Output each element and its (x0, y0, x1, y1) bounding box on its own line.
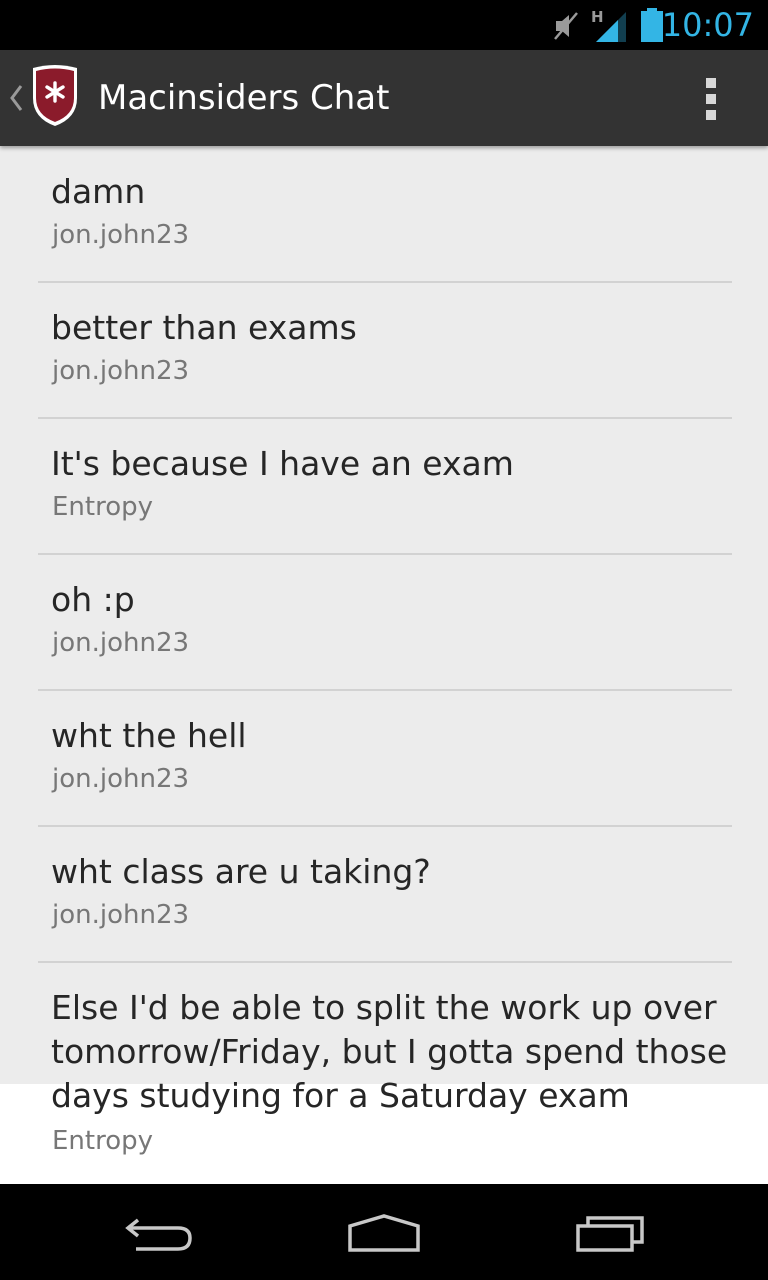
message-text: oh :p (51, 580, 135, 619)
battery-icon (641, 8, 663, 42)
list-item[interactable]: wht class are u taking? jon.john23 (38, 850, 732, 960)
message-author: jon.john23 (52, 220, 190, 250)
list-item[interactable]: It's because I have an exam Entropy (38, 442, 732, 552)
divider (38, 417, 732, 419)
message-author: jon.john23 (52, 764, 190, 794)
message-author: jon.john23 (52, 900, 190, 930)
message-author: Entropy (52, 1126, 154, 1156)
page-title: Macinsiders Chat (98, 78, 390, 118)
overflow-dot-icon (706, 78, 716, 88)
overflow-dot-icon (706, 110, 716, 120)
message-author: jon.john23 (52, 356, 190, 386)
list-item[interactable]: better than exams jon.john23 (38, 306, 732, 416)
message-list[interactable]: damn jon.john23 better than exams jon.jo… (0, 146, 768, 1184)
divider (38, 281, 732, 283)
message-text: damn (51, 172, 146, 211)
status-time: 10:07 (661, 6, 754, 44)
overflow-menu-button[interactable] (690, 72, 734, 126)
action-bar: Macinsiders Chat (0, 50, 768, 146)
overflow-dot-icon (706, 94, 716, 104)
shield-asterisk-icon[interactable] (30, 64, 80, 128)
recent-apps-icon[interactable] (574, 1212, 646, 1254)
list-item[interactable]: Else I'd be able to split the work up ov… (38, 986, 732, 1176)
list-item[interactable]: oh :p jon.john23 (38, 578, 732, 688)
message-text: Else I'd be able to split the work up ov… (51, 988, 728, 1115)
signal-icon (596, 12, 626, 42)
divider (38, 961, 732, 963)
divider (38, 689, 732, 691)
message-text: It's because I have an exam (51, 444, 514, 483)
message-author: Entropy (52, 492, 154, 522)
status-bar: H 10:07 (0, 0, 768, 50)
divider (38, 553, 732, 555)
divider (38, 825, 732, 827)
message-text: wht class are u taking? (51, 852, 431, 891)
back-icon[interactable] (124, 1212, 196, 1254)
up-caret-icon[interactable] (8, 84, 24, 112)
navigation-bar (0, 1184, 768, 1280)
home-icon[interactable] (346, 1212, 422, 1254)
message-text: better than exams (51, 308, 357, 347)
list-item[interactable]: damn jon.john23 (38, 170, 732, 280)
mute-icon (554, 12, 578, 40)
message-author: jon.john23 (52, 628, 190, 658)
list-item[interactable]: wht the hell jon.john23 (38, 714, 732, 824)
message-text: wht the hell (51, 716, 247, 755)
